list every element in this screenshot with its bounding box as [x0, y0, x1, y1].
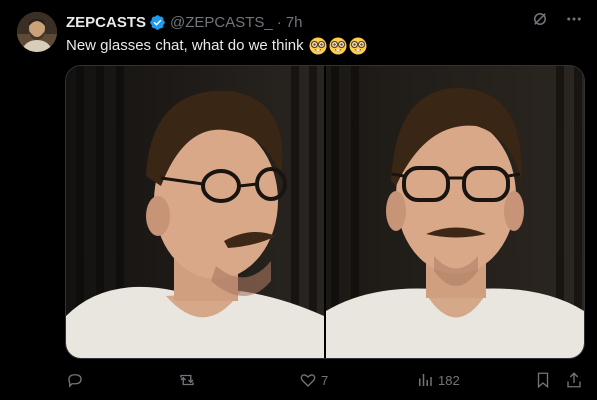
separator-dot: ·: [276, 13, 282, 31]
tweet-text-row: New glasses chat, what do we think: [66, 36, 367, 56]
grok-icon[interactable]: [531, 10, 549, 28]
like-count: 7: [321, 372, 329, 388]
timestamp[interactable]: 7h: [286, 14, 303, 31]
nerd-face-icon: [309, 37, 327, 55]
bookmark-icon: [537, 372, 549, 389]
views-icon: [419, 374, 432, 386]
tweet-header: ZEPCASTS @ZEPCASTS_ · 7h: [66, 12, 302, 32]
handle[interactable]: @ZEPCASTS_: [170, 14, 273, 31]
display-name[interactable]: ZEPCASTS: [66, 14, 146, 31]
share-button[interactable]: [565, 368, 583, 392]
reply-button[interactable]: [66, 368, 88, 392]
avatar[interactable]: [17, 12, 57, 52]
view-count: 182: [438, 372, 460, 388]
nerd-face-icon: [329, 37, 347, 55]
photo-left[interactable]: [66, 66, 324, 358]
heart-icon: [300, 374, 316, 387]
action-bar: 7 182: [58, 368, 593, 392]
tweet-text: New glasses chat, what do we think: [66, 37, 304, 54]
media-grid: [65, 65, 585, 359]
retweet-icon: [180, 374, 194, 386]
nerd-face-icon: [349, 37, 367, 55]
like-button[interactable]: 7: [299, 368, 328, 392]
photo-right[interactable]: [326, 66, 584, 358]
share-icon: [567, 372, 581, 388]
verified-badge-icon: [150, 14, 165, 30]
more-icon[interactable]: [565, 10, 583, 28]
bookmark-button[interactable]: [534, 368, 552, 392]
views-button[interactable]: 182: [416, 368, 460, 392]
retweet-button[interactable]: [178, 368, 200, 392]
reply-icon: [68, 374, 82, 388]
